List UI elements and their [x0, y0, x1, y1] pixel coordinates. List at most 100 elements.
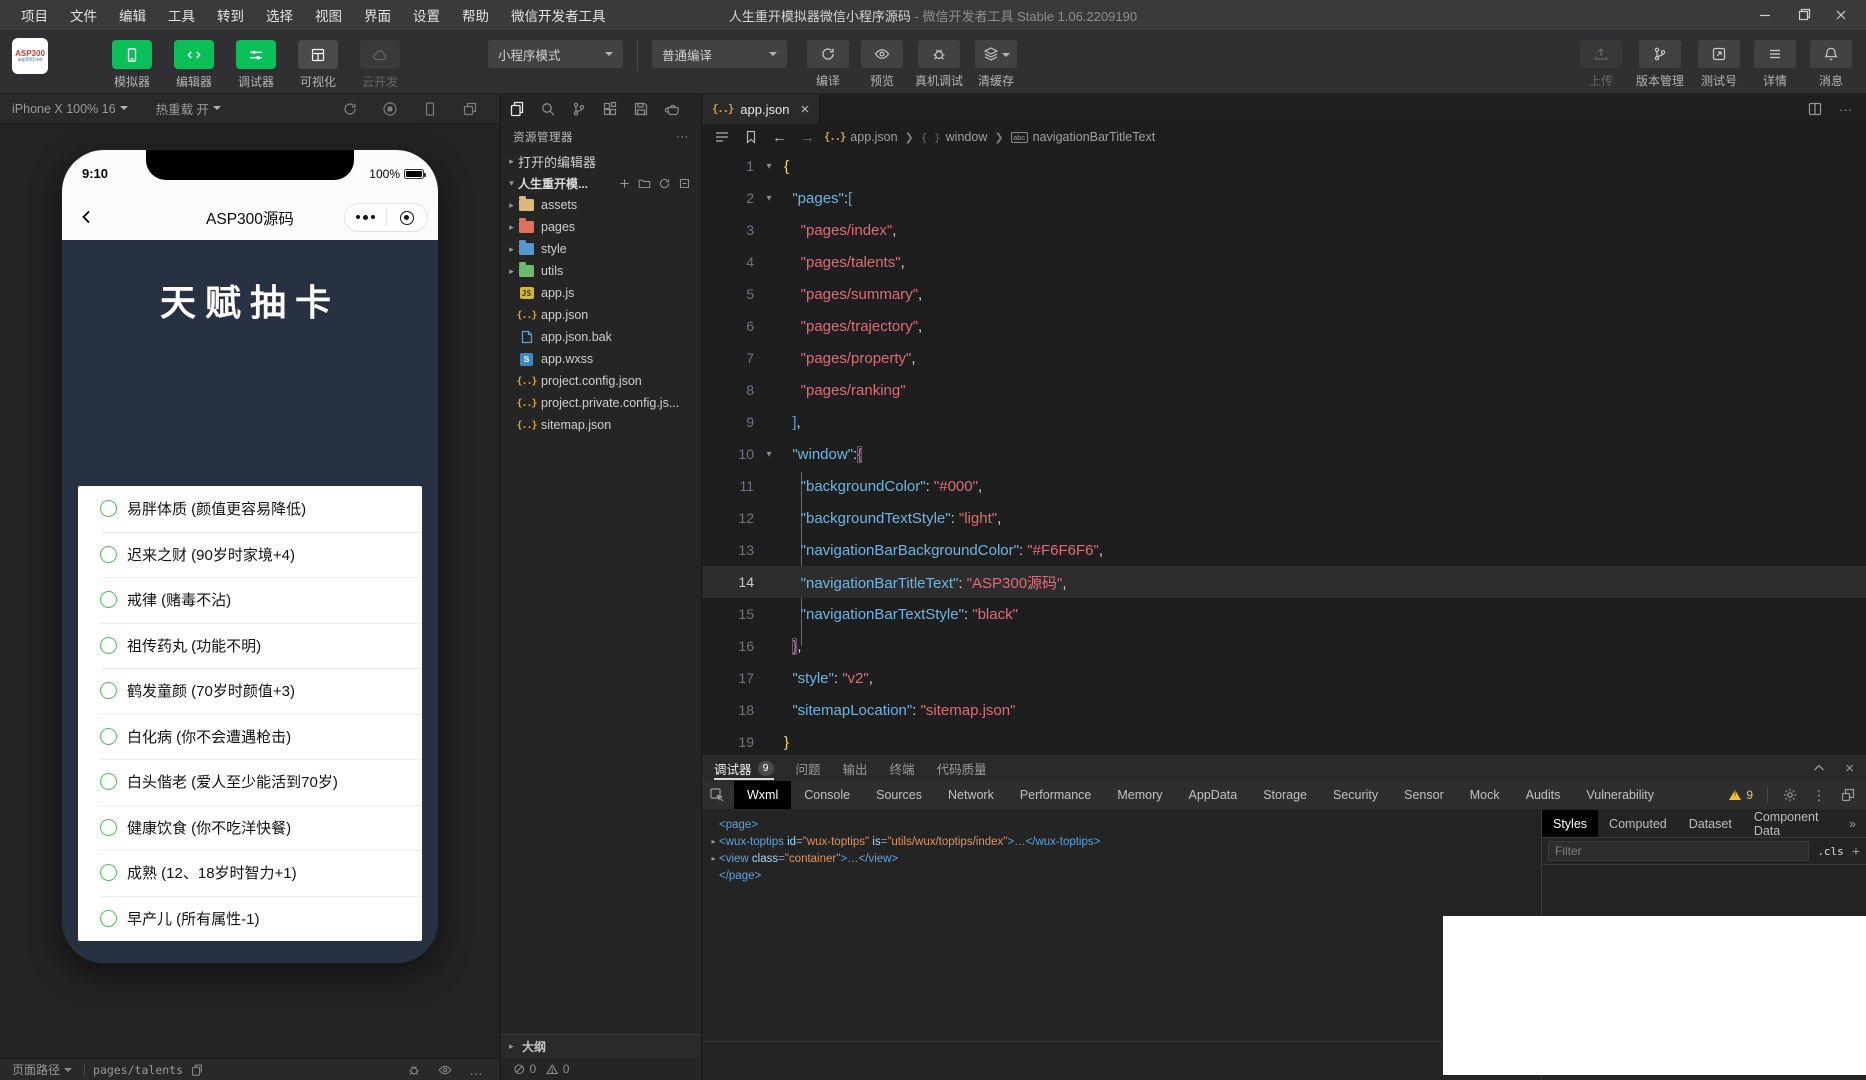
- talent-option[interactable]: 白化病 (你不会遭遇枪击): [78, 714, 422, 760]
- mode-select[interactable]: 小程序模式: [488, 40, 623, 68]
- talent-option[interactable]: 鹤发童颜 (70岁时颜值+3): [78, 668, 422, 714]
- code-line-16[interactable]: 16 },: [702, 630, 1866, 662]
- maximize-icon[interactable]: [1788, 3, 1818, 27]
- panel-tab-调试器[interactable]: 调试器9: [714, 755, 774, 781]
- radio-icon[interactable]: [100, 500, 117, 517]
- menu-item-文件[interactable]: 文件: [61, 2, 106, 28]
- devtools-tab-security[interactable]: Security: [1320, 781, 1391, 809]
- close-panel-icon[interactable]: ×: [1845, 760, 1854, 777]
- menu-item-帮助[interactable]: 帮助: [453, 2, 498, 28]
- menu-item-设置[interactable]: 设置: [404, 2, 449, 28]
- wxml-node[interactable]: <page>: [708, 816, 1541, 833]
- action-button-预览[interactable]: 预览: [861, 40, 903, 89]
- panel-tab-代码质量[interactable]: 代码质量: [937, 755, 987, 781]
- code-line-6[interactable]: 6 "pages/trajectory",: [702, 310, 1866, 342]
- split-editor-icon[interactable]: [1807, 101, 1823, 117]
- panel-tab-问题[interactable]: 问题: [796, 755, 821, 781]
- devtools-tab-memory[interactable]: Memory: [1104, 781, 1175, 809]
- toolbar-button-上传[interactable]: 上传: [1580, 40, 1622, 89]
- project-root-row[interactable]: ▾人生重开模...: [501, 172, 701, 194]
- talent-option[interactable]: 迟来之财 (90岁时家境+4): [78, 532, 422, 578]
- code-line-3[interactable]: 3 "pages/index",: [702, 214, 1866, 246]
- files-icon[interactable]: [509, 101, 525, 117]
- toolbar-button-详情[interactable]: 详情: [1754, 40, 1796, 89]
- extensions-icon[interactable]: [602, 101, 618, 117]
- minimize-icon[interactable]: [1750, 3, 1780, 27]
- toolbar-button-测试号[interactable]: 测试号: [1698, 40, 1740, 89]
- wxml-node[interactable]: ▸<view class="container">…</view>: [708, 850, 1541, 867]
- add-style-icon[interactable]: +: [1852, 843, 1860, 859]
- expand-icon[interactable]: ▸: [708, 837, 719, 846]
- code-line-10[interactable]: 10▾ "window":{: [702, 438, 1866, 470]
- radio-icon[interactable]: [100, 546, 117, 563]
- devtools-tab-wxml[interactable]: Wxml: [734, 781, 791, 809]
- menu-item-视图[interactable]: 视图: [306, 2, 351, 28]
- toolbar-button-云开发[interactable]: 云开发: [356, 40, 404, 90]
- record-icon[interactable]: [382, 101, 398, 117]
- tree-item-app.wxss[interactable]: Sapp.wxss: [501, 348, 701, 370]
- code-line-8[interactable]: 8 "pages/ranking": [702, 374, 1866, 406]
- devtools-tab-console[interactable]: Console: [791, 781, 863, 809]
- devtools-settings-icon[interactable]: [1782, 787, 1798, 803]
- debug-icon[interactable]: [407, 1062, 421, 1078]
- talent-option[interactable]: 祖传药丸 (功能不明): [78, 623, 422, 669]
- toolbar-button-可视化[interactable]: 可视化: [294, 40, 342, 90]
- code-line-9[interactable]: 9 ],: [702, 406, 1866, 438]
- wxml-node[interactable]: </page>: [708, 867, 1541, 884]
- radio-icon[interactable]: [100, 728, 117, 745]
- tab-app-json[interactable]: {..} app.json ×: [702, 94, 820, 124]
- tree-item-app.json.bak[interactable]: app.json.bak: [501, 326, 701, 348]
- hot-reload-toggle[interactable]: 热重载 开: [156, 99, 221, 118]
- bookmark-icon[interactable]: [743, 129, 759, 145]
- menu-item-编辑[interactable]: 编辑: [110, 2, 155, 28]
- radio-icon[interactable]: [100, 910, 117, 927]
- refresh-explorer-icon[interactable]: [658, 177, 671, 190]
- multi-window-icon[interactable]: [462, 101, 478, 117]
- styles-tab-computed[interactable]: Computed: [1598, 810, 1678, 837]
- code-line-19[interactable]: 19}: [702, 726, 1866, 758]
- more-options-icon[interactable]: …: [469, 1062, 484, 1078]
- devtools-tab-sources[interactable]: Sources: [863, 781, 935, 809]
- search-icon[interactable]: [540, 101, 556, 117]
- code-line-11[interactable]: 11 "backgroundColor": "#000",: [702, 470, 1866, 502]
- tree-item-utils[interactable]: ▸utils: [501, 260, 701, 282]
- device-selector[interactable]: iPhone X 100% 16: [12, 102, 128, 116]
- talent-option[interactable]: 早产儿 (所有属性-1): [78, 896, 422, 942]
- teapot-icon[interactable]: [664, 101, 680, 117]
- code-editor[interactable]: 1▾{2▾ "pages":[3 "pages/index",4 "pages/…: [702, 150, 1866, 755]
- code-line-7[interactable]: 7 "pages/property",: [702, 342, 1866, 374]
- tree-item-project.private.config.js...[interactable]: {..}project.private.config.js...: [501, 392, 701, 414]
- talent-option[interactable]: 白头偕老 (爱人至少能活到70岁): [78, 759, 422, 805]
- toolbar-button-消息[interactable]: 消息: [1810, 40, 1852, 89]
- collapse-all-icon[interactable]: [678, 177, 691, 190]
- tree-item-sitemap.json[interactable]: {..}sitemap.json: [501, 414, 701, 436]
- breadcrumb-file[interactable]: app.json: [850, 130, 897, 144]
- source-control-icon[interactable]: [571, 101, 587, 117]
- tree-item-app.js[interactable]: JSapp.js: [501, 282, 701, 304]
- devtools-tab-storage[interactable]: Storage: [1250, 781, 1320, 809]
- radio-icon[interactable]: [100, 637, 117, 654]
- styles-tabs-overflow-icon[interactable]: »: [1849, 817, 1866, 831]
- devtools-tab-sensor[interactable]: Sensor: [1391, 781, 1457, 809]
- page-path-label[interactable]: 页面路径: [12, 1061, 60, 1078]
- menu-item-微信开发者工具[interactable]: 微信开发者工具: [502, 2, 615, 28]
- code-line-17[interactable]: 17 "style": "v2",: [702, 662, 1866, 694]
- breadcrumb-property[interactable]: navigationBarTitleText: [1033, 130, 1156, 144]
- devtools-tab-vulnerability[interactable]: Vulnerability: [1573, 781, 1667, 809]
- devtools-tab-performance[interactable]: Performance: [1007, 781, 1105, 809]
- panel-tab-终端[interactable]: 终端: [890, 755, 915, 781]
- tree-item-style[interactable]: ▸style: [501, 238, 701, 260]
- toolbar-button-调试器[interactable]: 调试器: [232, 40, 280, 90]
- code-line-2[interactable]: 2▾ "pages":[: [702, 182, 1866, 214]
- toolbar-button-模拟器[interactable]: 模拟器: [108, 40, 156, 90]
- restart-icon[interactable]: [342, 101, 358, 117]
- device-frame-icon[interactable]: [422, 101, 438, 117]
- toolbar-button-编辑器[interactable]: 编辑器: [170, 40, 218, 90]
- panel-tab-输出[interactable]: 输出: [843, 755, 868, 781]
- code-line-14[interactable]: 14 "navigationBarTitleText": "ASP300源码",: [702, 566, 1866, 598]
- devtools-tab-mock[interactable]: Mock: [1457, 781, 1513, 809]
- code-line-13[interactable]: 13 "navigationBarBackgroundColor": "#F6F…: [702, 534, 1866, 566]
- menu-item-项目[interactable]: 项目: [12, 2, 57, 28]
- tree-item-pages[interactable]: ▸pages: [501, 216, 701, 238]
- tree-item-project.config.json[interactable]: {..}project.config.json: [501, 370, 701, 392]
